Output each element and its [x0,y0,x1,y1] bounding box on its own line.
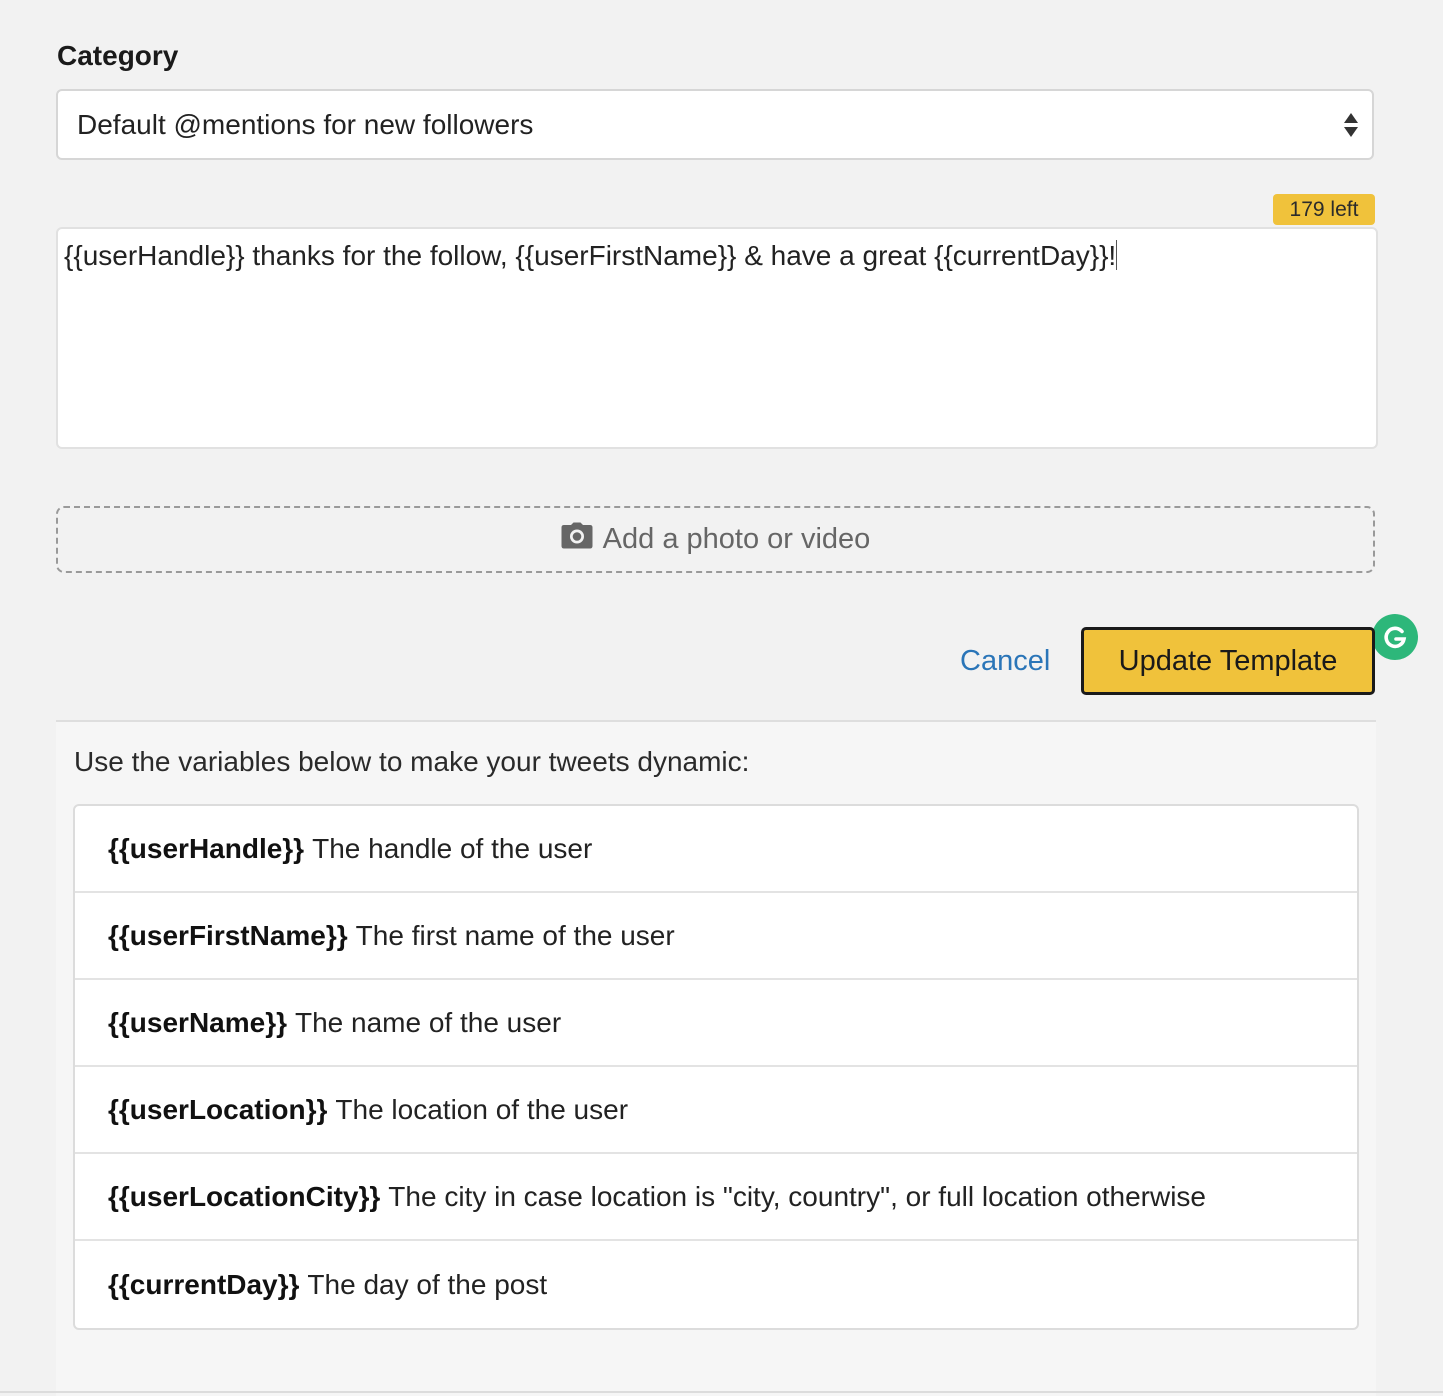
variable-item-current-day: {{currentDay}} The day of the post [75,1241,1357,1328]
variable-description: The handle of the user [312,832,593,864]
variable-description: The first name of the user [355,919,675,951]
variable-description: The location of the user [335,1093,629,1125]
variable-item-user-location: {{userLocation}} The location of the use… [75,1067,1357,1154]
variable-token: {{userHandle}} [108,832,305,864]
variable-description: The day of the post [307,1268,548,1300]
variable-item-user-location-city: {{userLocationCity}} The city in case lo… [75,1154,1357,1241]
variable-description: The name of the user [295,1006,562,1038]
text-caret [1116,240,1118,270]
variable-description: The city in case location is "city, coun… [388,1180,1206,1212]
add-media-label: Add a photo or video [602,523,871,555]
update-template-button[interactable]: Update Template [1081,627,1375,695]
variable-token: {{userName}} [108,1006,287,1038]
variables-list: {{userHandle}} The handle of the user {{… [73,804,1359,1330]
variables-intro-text: Use the variables below to make your twe… [74,746,750,777]
bottom-divider [0,1391,1443,1393]
variable-token: {{currentDay}} [108,1268,300,1300]
tweet-text-value: {{userHandle}} thanks for the follow, {{… [64,240,1117,271]
variable-item-user-first-name: {{userFirstName}} The first name of the … [75,893,1357,980]
variable-token: {{userLocationCity}} [108,1180,381,1212]
category-label: Category [57,40,179,71]
select-arrows-icon [1344,112,1358,137]
camera-icon [561,522,593,557]
variables-panel: Use the variables below to make your twe… [56,720,1376,1396]
cancel-button[interactable]: Cancel [960,645,1050,678]
variable-item-user-handle: {{userHandle}} The handle of the user [75,806,1357,893]
variable-token: {{userLocation}} [108,1093,328,1125]
category-selected-value: Default @mentions for new followers [77,108,534,140]
variable-item-user-name: {{userName}} The name of the user [75,980,1357,1067]
category-select[interactable]: Default @mentions for new followers [56,89,1374,160]
add-media-dropzone[interactable]: Add a photo or video [56,506,1375,573]
grammarly-icon[interactable] [1372,614,1418,660]
variable-token: {{userFirstName}} [108,919,348,951]
character-counter-badge: 179 left [1273,194,1375,225]
tweet-text-input[interactable]: {{userHandle}} thanks for the follow, {{… [56,227,1418,660]
